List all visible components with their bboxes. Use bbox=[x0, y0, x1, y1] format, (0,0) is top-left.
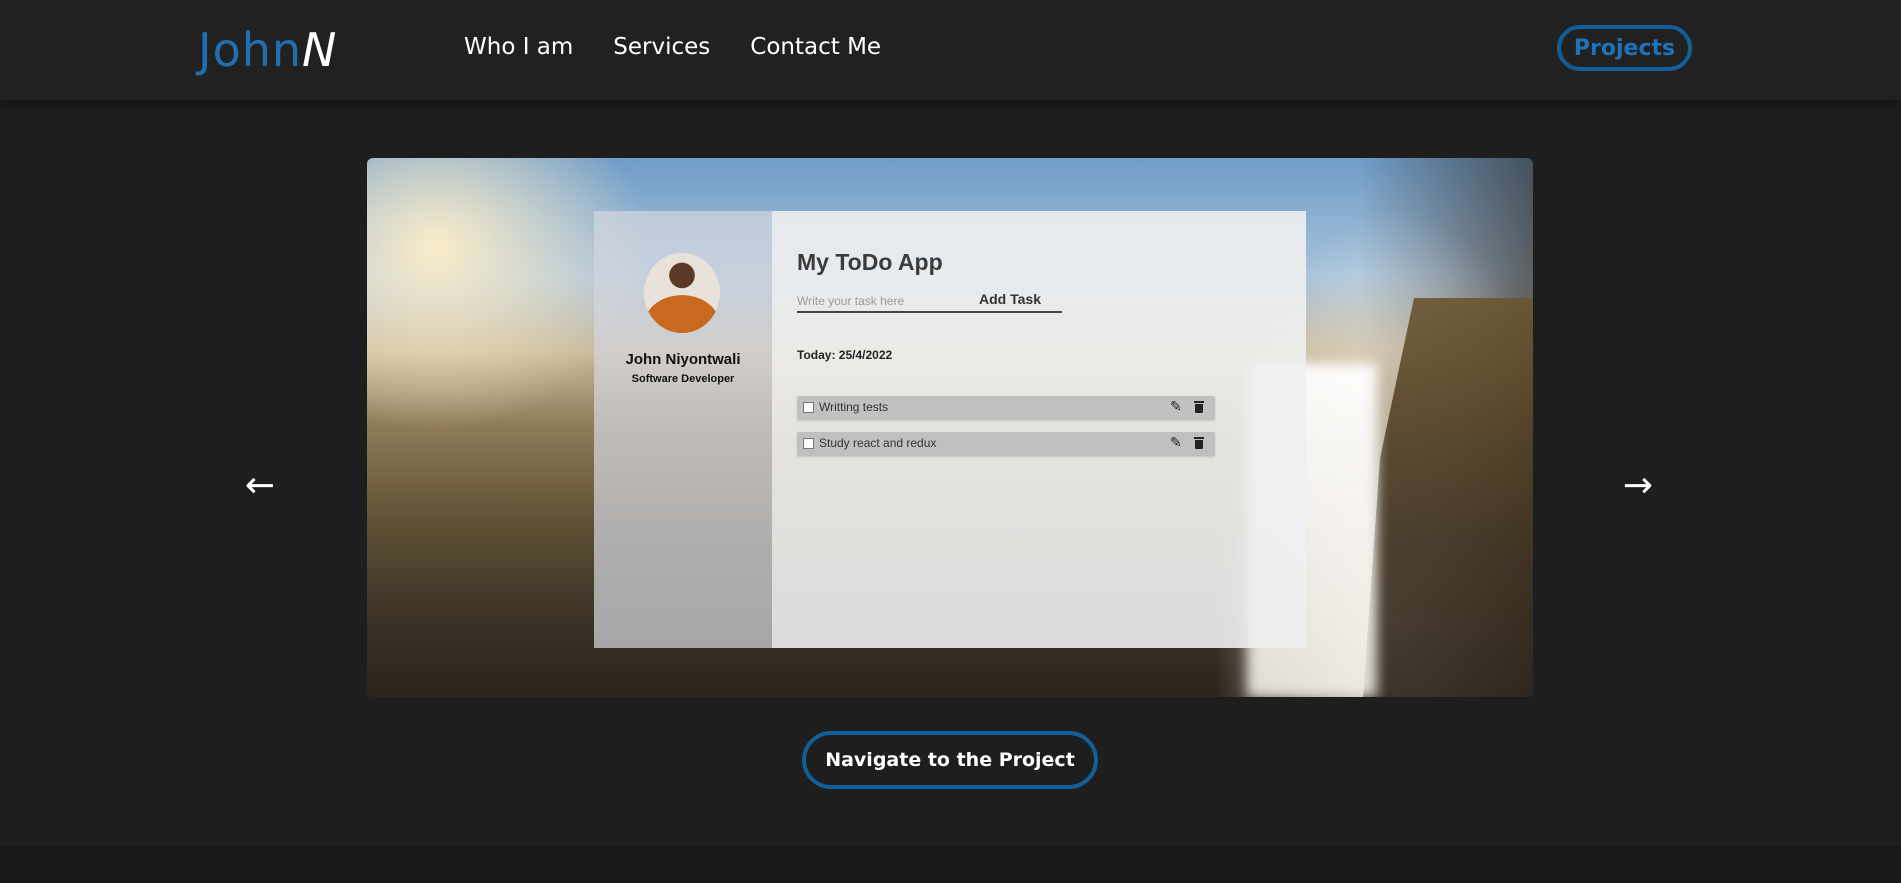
nav-link-services[interactable]: Services bbox=[613, 34, 710, 60]
pencil-icon[interactable]: ✎ bbox=[1170, 398, 1182, 415]
task-checkbox[interactable] bbox=[803, 402, 814, 413]
site-header: JohnN Who I am Services Contact Me Proje… bbox=[0, 0, 1901, 100]
next-arrow-icon[interactable]: → bbox=[1618, 468, 1658, 504]
task-list: Writting tests ✎ Study react and redux ✎ bbox=[797, 396, 1215, 468]
logo-text-initial: N bbox=[302, 23, 338, 77]
logo[interactable]: JohnN bbox=[198, 24, 337, 76]
task-text: Writting tests bbox=[819, 400, 889, 414]
today-date: Today: 25/4/2022 bbox=[797, 348, 893, 362]
todo-panel: My ToDo App Add Task Today: 25/4/2022 Wr… bbox=[772, 211, 1306, 648]
add-task-button[interactable]: Add Task bbox=[979, 291, 1041, 307]
todo-app-preview: John Niyontwali Software Developer My To… bbox=[594, 211, 1306, 648]
profile-name: John Niyontwali bbox=[625, 351, 741, 368]
avatar bbox=[644, 253, 720, 333]
todo-title: My ToDo App bbox=[797, 249, 943, 275]
navigate-to-project-button[interactable]: Navigate to the Project bbox=[802, 731, 1098, 789]
profile-role: Software Developer bbox=[631, 373, 735, 385]
pencil-icon[interactable]: ✎ bbox=[1170, 434, 1182, 451]
task-text: Study react and redux bbox=[819, 436, 937, 450]
logo-text-john: John bbox=[198, 23, 303, 77]
scenery-cliff bbox=[1363, 298, 1533, 697]
nav-link-who-i-am[interactable]: Who I am bbox=[464, 34, 573, 60]
footer bbox=[0, 846, 1901, 883]
task-item: Writting tests ✎ bbox=[797, 396, 1215, 420]
trash-icon[interactable] bbox=[1194, 401, 1204, 413]
task-checkbox[interactable] bbox=[803, 438, 814, 449]
trash-icon[interactable] bbox=[1194, 437, 1204, 449]
profile-panel: John Niyontwali Software Developer bbox=[594, 211, 772, 648]
prev-arrow-icon[interactable]: ← bbox=[240, 468, 280, 504]
task-item: Study react and redux ✎ bbox=[797, 432, 1215, 456]
nav-link-contact-me[interactable]: Contact Me bbox=[750, 34, 881, 60]
projects-button[interactable]: Projects bbox=[1557, 25, 1692, 71]
main-nav: Who I am Services Contact Me bbox=[464, 34, 881, 60]
